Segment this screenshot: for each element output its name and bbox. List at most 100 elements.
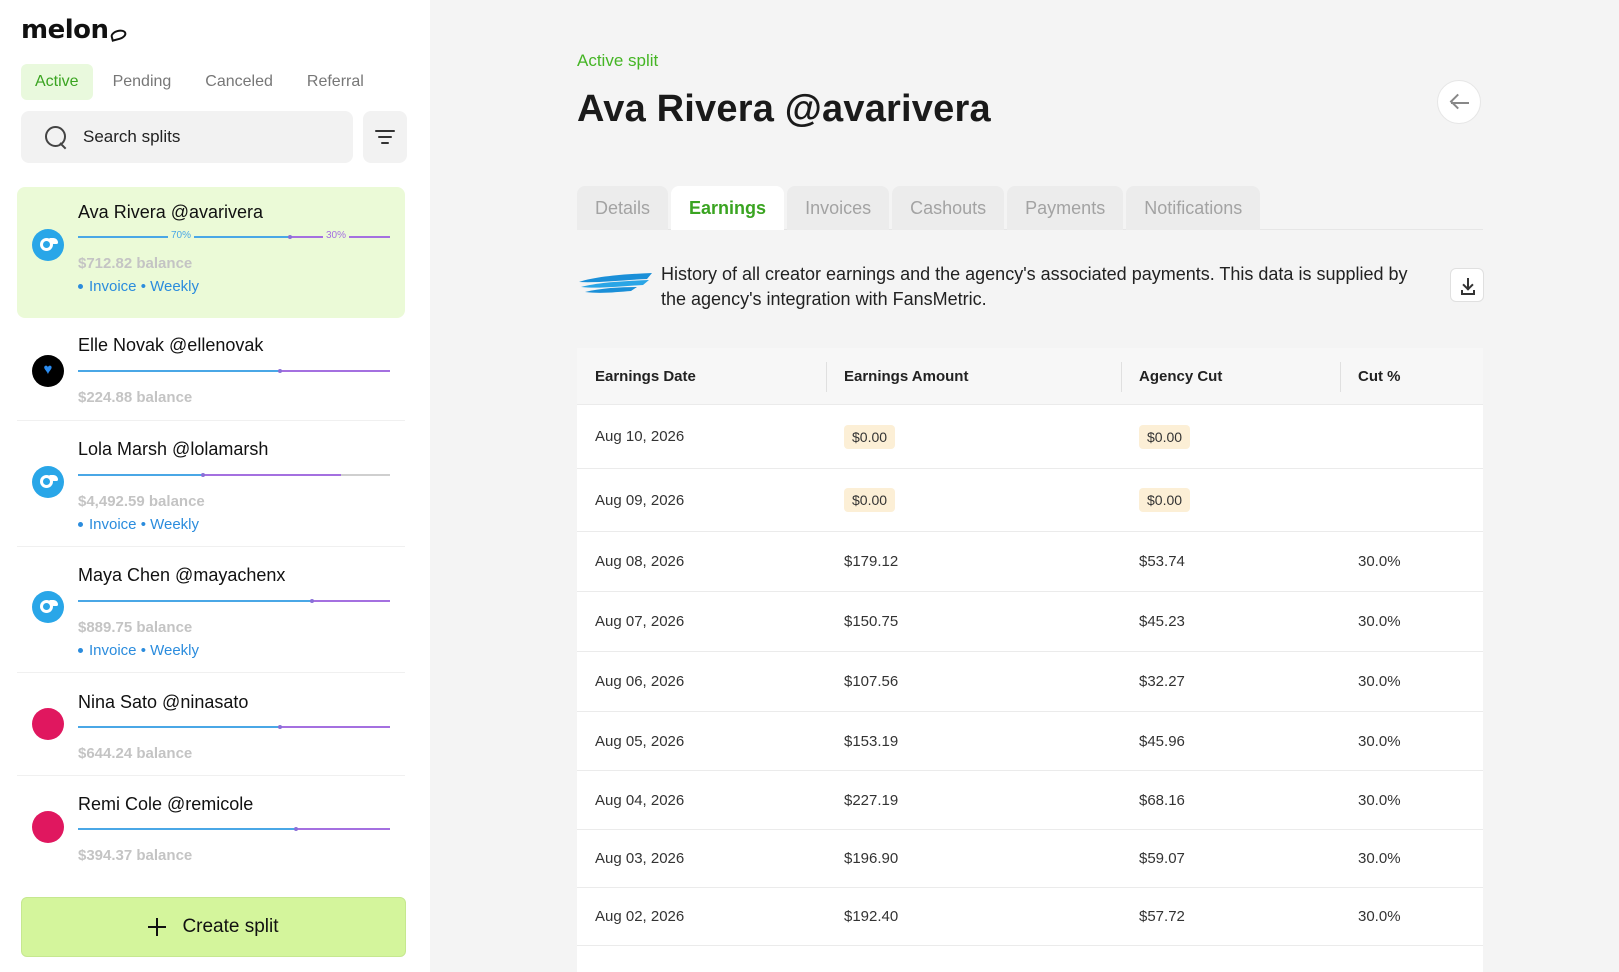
tab-payments[interactable]: Payments bbox=[1007, 186, 1124, 230]
cell-agency-cut: $68.16 bbox=[1139, 791, 1185, 809]
page-title: Ava Rivera @avarivera bbox=[577, 88, 991, 130]
cell-agency-cut: $53.74 bbox=[1139, 553, 1185, 570]
download-button[interactable] bbox=[1450, 268, 1484, 302]
plus-icon bbox=[148, 918, 167, 936]
split-ratio-bar bbox=[78, 827, 390, 831]
column-header-date[interactable]: Earnings Date bbox=[577, 348, 826, 405]
cell-date: Aug 04, 2026 bbox=[595, 791, 685, 809]
main-panel: Active split Ava Rivera @avarivera Detai… bbox=[430, 0, 1619, 972]
split-ratio-bar bbox=[78, 725, 390, 729]
split-list: Ava Rivera @avarivera 70% 30% $712.82 ba… bbox=[17, 187, 405, 872]
table-row[interactable]: Aug 06, 2026 $107.56 $32.27 30.0% bbox=[577, 652, 1483, 712]
column-header-agency-cut[interactable]: Agency Cut bbox=[1121, 348, 1340, 405]
cell-cut-percent: 30.0% bbox=[1358, 613, 1401, 630]
cell-amount: $153.19 bbox=[844, 732, 899, 750]
cell-cut-percent: 30.0% bbox=[1358, 850, 1401, 867]
table-row[interactable]: Aug 05, 2026 $153.19 $45.96 30.0% bbox=[577, 712, 1483, 771]
table-row[interactable]: Aug 07, 2026 $150.75 $45.23 30.0% bbox=[577, 592, 1483, 652]
app-logo[interactable]: melon bbox=[21, 15, 128, 45]
melon-logo-icon bbox=[109, 28, 128, 42]
cell-amount: $150.75 bbox=[844, 613, 899, 630]
split-name: Maya Chen @mayachenx bbox=[78, 565, 286, 585]
tab-notifications[interactable]: Notifications bbox=[1126, 186, 1261, 230]
fansmetric-logo-icon bbox=[579, 273, 652, 293]
split-ratio-bar bbox=[78, 473, 390, 477]
split-ratio-bar bbox=[78, 369, 390, 373]
cell-amount: $192.40 bbox=[844, 908, 899, 925]
table-row[interactable]: Aug 10, 2026 $0.00 $0.00 bbox=[577, 405, 1483, 469]
split-name: Ava Rivera @avarivera bbox=[78, 202, 264, 222]
search-icon bbox=[45, 126, 67, 148]
tab-earnings[interactable]: Earnings bbox=[671, 186, 785, 230]
cell-amount: $227.19 bbox=[844, 791, 899, 809]
search-box bbox=[21, 111, 353, 163]
cell-cut-percent: 30.0% bbox=[1358, 553, 1401, 570]
table-row[interactable]: Aug 08, 2026 $179.12 $53.74 30.0% bbox=[577, 532, 1483, 592]
table-header: Earnings Date Earnings Amount Agency Cut… bbox=[577, 348, 1483, 405]
cell-amount: $0.00 bbox=[844, 488, 896, 512]
split-item[interactable]: Lola Marsh @lolamarsh $4,492.59 balance … bbox=[17, 421, 405, 547]
earnings-table: Earnings Date Earnings Amount Agency Cut… bbox=[577, 348, 1483, 972]
cell-cut-percent: 30.0% bbox=[1358, 732, 1401, 750]
split-balance: $712.82 balance bbox=[78, 255, 193, 272]
onlyfans-icon bbox=[32, 591, 64, 623]
split-name: Lola Marsh @lolamarsh bbox=[78, 439, 269, 459]
onlyfans-icon bbox=[32, 466, 64, 498]
split-status-label: Active split bbox=[577, 51, 659, 70]
split-ratio-bar: 70% 30% bbox=[78, 230, 390, 241]
search-input[interactable] bbox=[83, 127, 313, 147]
split-item[interactable]: Remi Cole @remicole $394.37 balance bbox=[17, 776, 405, 872]
tab-invoices[interactable]: Invoices bbox=[787, 186, 890, 230]
cell-cut-percent: 30.0% bbox=[1358, 673, 1401, 690]
onlyfans-icon bbox=[32, 229, 64, 261]
cell-cut-percent: 30.0% bbox=[1358, 908, 1401, 925]
cell-cut-percent: 30.0% bbox=[1358, 791, 1401, 809]
table-body: Aug 10, 2026 $0.00 $0.00 Aug 09, 2026 $0.00 $… bbox=[577, 405, 1483, 946]
platform-avatar-icon bbox=[32, 708, 64, 740]
split-balance: $644.24 balance bbox=[78, 745, 193, 762]
back-button[interactable] bbox=[1437, 80, 1481, 124]
split-balance: $4,492.59 balance bbox=[78, 493, 205, 510]
split-item[interactable]: Elle Novak @ellenovak $224.88 balance bbox=[17, 318, 405, 421]
status-tabs: Active Pending Canceled Referral bbox=[21, 64, 378, 100]
cell-amount: $0.00 bbox=[844, 424, 896, 449]
tab-details[interactable]: Details bbox=[577, 186, 669, 230]
download-icon bbox=[1461, 290, 1475, 295]
split-balance: $394.37 balance bbox=[78, 847, 193, 864]
split-item[interactable]: Maya Chen @mayachenx $889.75 balance Inv… bbox=[17, 547, 405, 673]
tab-cashouts[interactable]: Cashouts bbox=[892, 186, 1005, 230]
table-row[interactable]: Aug 03, 2026 $196.90 $59.07 30.0% bbox=[577, 830, 1483, 888]
cell-date: Aug 08, 2026 bbox=[595, 553, 685, 570]
split-meta: Invoice • Weekly bbox=[78, 642, 199, 659]
earnings-info: History of all creator earnings and the … bbox=[577, 262, 1484, 322]
column-header-amount[interactable]: Earnings Amount bbox=[826, 348, 1121, 405]
platform-avatar-icon bbox=[32, 811, 64, 843]
status-tab-pending[interactable]: Pending bbox=[99, 64, 186, 100]
detail-tabs: Details Earnings Invoices Cashouts Payme… bbox=[577, 186, 1483, 230]
table-row[interactable]: Aug 02, 2026 $192.40 $57.72 30.0% bbox=[577, 888, 1483, 946]
split-name: Remi Cole @remicole bbox=[78, 794, 254, 814]
sidebar: melon Active Pending Canceled Referral A… bbox=[0, 0, 430, 972]
cell-agency-cut: $45.96 bbox=[1139, 732, 1185, 750]
cell-date: Aug 10, 2026 bbox=[595, 428, 685, 445]
table-row[interactable]: Aug 04, 2026 $227.19 $68.16 30.0% bbox=[577, 771, 1483, 830]
fansly-icon bbox=[32, 355, 64, 387]
earnings-description: History of all creator earnings and the … bbox=[661, 264, 1408, 309]
column-header-cut-percent[interactable]: Cut % bbox=[1340, 348, 1483, 405]
cell-date: Aug 03, 2026 bbox=[595, 850, 685, 867]
status-tab-referral[interactable]: Referral bbox=[293, 64, 378, 100]
table-row[interactable]: Aug 09, 2026 $0.00 $0.00 bbox=[577, 469, 1483, 532]
split-item[interactable]: Nina Sato @ninasato $644.24 balance bbox=[17, 673, 405, 776]
cell-agency-cut: $57.72 bbox=[1139, 908, 1185, 925]
filter-button[interactable] bbox=[363, 111, 407, 163]
cell-agency-cut: $45.23 bbox=[1139, 613, 1185, 630]
status-tab-active[interactable]: Active bbox=[21, 64, 93, 100]
agency-percent: 30% bbox=[323, 230, 350, 241]
split-item[interactable]: Ava Rivera @avarivera 70% 30% $712.82 ba… bbox=[17, 187, 405, 318]
cell-date: Aug 05, 2026 bbox=[595, 732, 685, 750]
status-tab-canceled[interactable]: Canceled bbox=[191, 64, 287, 100]
filter-icon bbox=[375, 130, 395, 132]
split-balance: $224.88 balance bbox=[78, 389, 193, 406]
cell-agency-cut: $0.00 bbox=[1139, 424, 1191, 449]
create-split-button[interactable]: Create split bbox=[21, 897, 406, 957]
